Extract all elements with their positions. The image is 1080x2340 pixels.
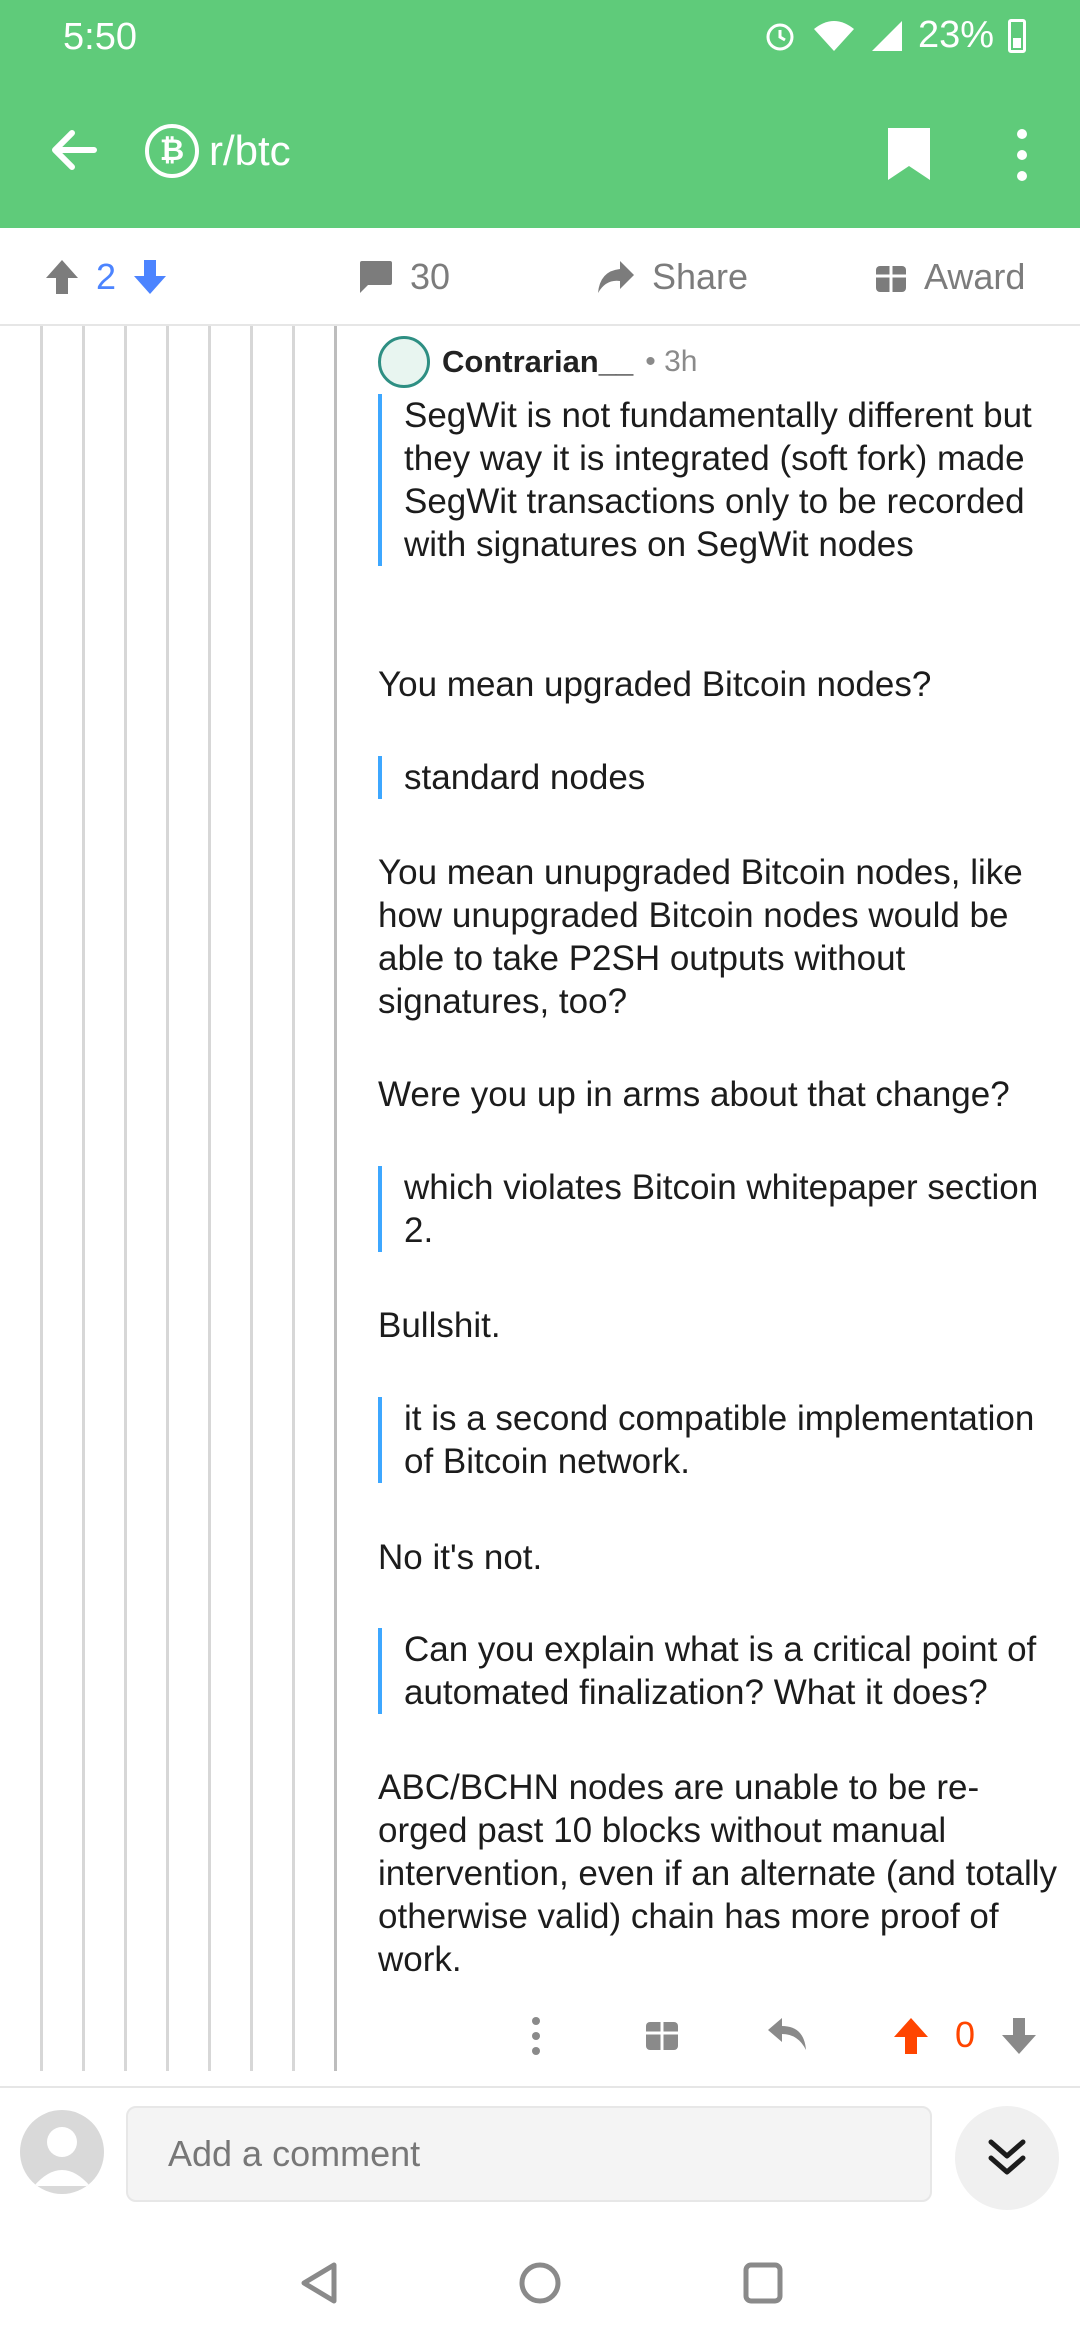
comment-icon <box>360 261 392 293</box>
thread-line <box>40 326 43 2071</box>
gift-icon[interactable] <box>644 2016 680 2052</box>
comment-author-row[interactable]: Contrarian__ • 3h <box>378 336 697 388</box>
share-button[interactable]: Share <box>596 256 748 298</box>
user-avatar-icon <box>34 2127 90 2186</box>
quote-block: SegWit is not fundamentally different bu… <box>378 394 1068 566</box>
bookmark-icon[interactable] <box>888 128 930 180</box>
wifi-icon <box>813 20 854 51</box>
system-nav-bar <box>0 2221 1080 2340</box>
subreddit-title[interactable]: ₿ r/btc <box>145 124 291 178</box>
downvote-icon[interactable] <box>132 258 168 296</box>
more-options-icon[interactable] <box>530 2016 542 2056</box>
back-arrow-icon[interactable] <box>44 120 104 180</box>
author-avatar <box>378 336 430 388</box>
vote-group: 2 <box>44 256 168 298</box>
user-avatar[interactable] <box>20 2110 104 2194</box>
comment-paragraph: No it's not. <box>378 1538 543 1577</box>
comment-score: 0 <box>955 2014 976 2055</box>
thread-line <box>166 326 169 2071</box>
nav-back-icon[interactable] <box>298 2261 340 2305</box>
comment-count: 30 <box>410 256 451 297</box>
battery-icon <box>1008 18 1026 53</box>
thread-line <box>250 326 253 2071</box>
bitcoin-icon: ₿ <box>145 124 199 178</box>
award-label: Award <box>924 256 1026 297</box>
quote-block: standard nodes <box>378 756 1068 799</box>
thread-line <box>82 326 85 2071</box>
comments-button[interactable]: 30 <box>356 256 450 298</box>
downvote-icon[interactable] <box>1000 2016 1038 2056</box>
upvote-icon[interactable] <box>892 2016 930 2056</box>
vote-count: 2 <box>96 256 117 297</box>
collapse-button[interactable] <box>955 2106 1059 2210</box>
comment-paragraph: You mean upgraded Bitcoin nodes? <box>378 665 932 704</box>
share-icon <box>598 261 634 293</box>
more-options-icon[interactable] <box>1010 128 1034 182</box>
alarm-icon <box>766 23 794 50</box>
gift-icon <box>876 266 906 292</box>
comment-paragraph: Bullshit. <box>378 1306 501 1345</box>
nav-home-icon[interactable] <box>518 2261 562 2305</box>
author-name: Contrarian__ <box>442 344 634 379</box>
nav-recents-icon[interactable] <box>742 2261 784 2305</box>
thread-line <box>292 326 295 2071</box>
quote-block: Can you explain what is a critical point… <box>378 1628 1068 1714</box>
status-time: 5:50 <box>63 16 137 58</box>
award-button[interactable]: Award <box>874 256 1025 298</box>
comment-paragraph: Were you up in arms about that change? <box>378 1075 1010 1114</box>
upvote-icon[interactable] <box>44 258 80 296</box>
quote-block: it is a second compatible implementation… <box>378 1397 1068 1483</box>
post-action-bar: 2 30 Share Award <box>0 228 1080 326</box>
signal-icon <box>871 20 902 51</box>
comment-paragraph: You mean unupgraded Bitcoin nodes, like … <box>378 853 1023 1021</box>
quote-block: which violates Bitcoin whitepaper sectio… <box>378 1166 1068 1252</box>
share-label: Share <box>652 256 749 297</box>
reply-icon[interactable] <box>766 2016 808 2052</box>
battery-percent: 23% <box>917 14 994 56</box>
add-comment-input[interactable]: Add a comment <box>126 2106 932 2202</box>
chevron-double-down-icon <box>988 2139 1026 2175</box>
comment-input-bar: Add a comment <box>0 2086 1080 2221</box>
comment-actions: 0 <box>510 2010 1070 2070</box>
app-header: 5:50 23% ₿ r/btc <box>0 0 1080 228</box>
status-icons: 23% <box>762 14 1026 57</box>
comment-time: • 3h <box>645 345 698 378</box>
comment-paragraph: ABC/BCHN nodes are unable to be re-orged… <box>378 1768 1058 1979</box>
thread-line <box>334 326 337 2071</box>
thread-line <box>124 326 127 2071</box>
thread-line <box>208 326 211 2071</box>
subreddit-name: r/btc <box>209 127 291 174</box>
